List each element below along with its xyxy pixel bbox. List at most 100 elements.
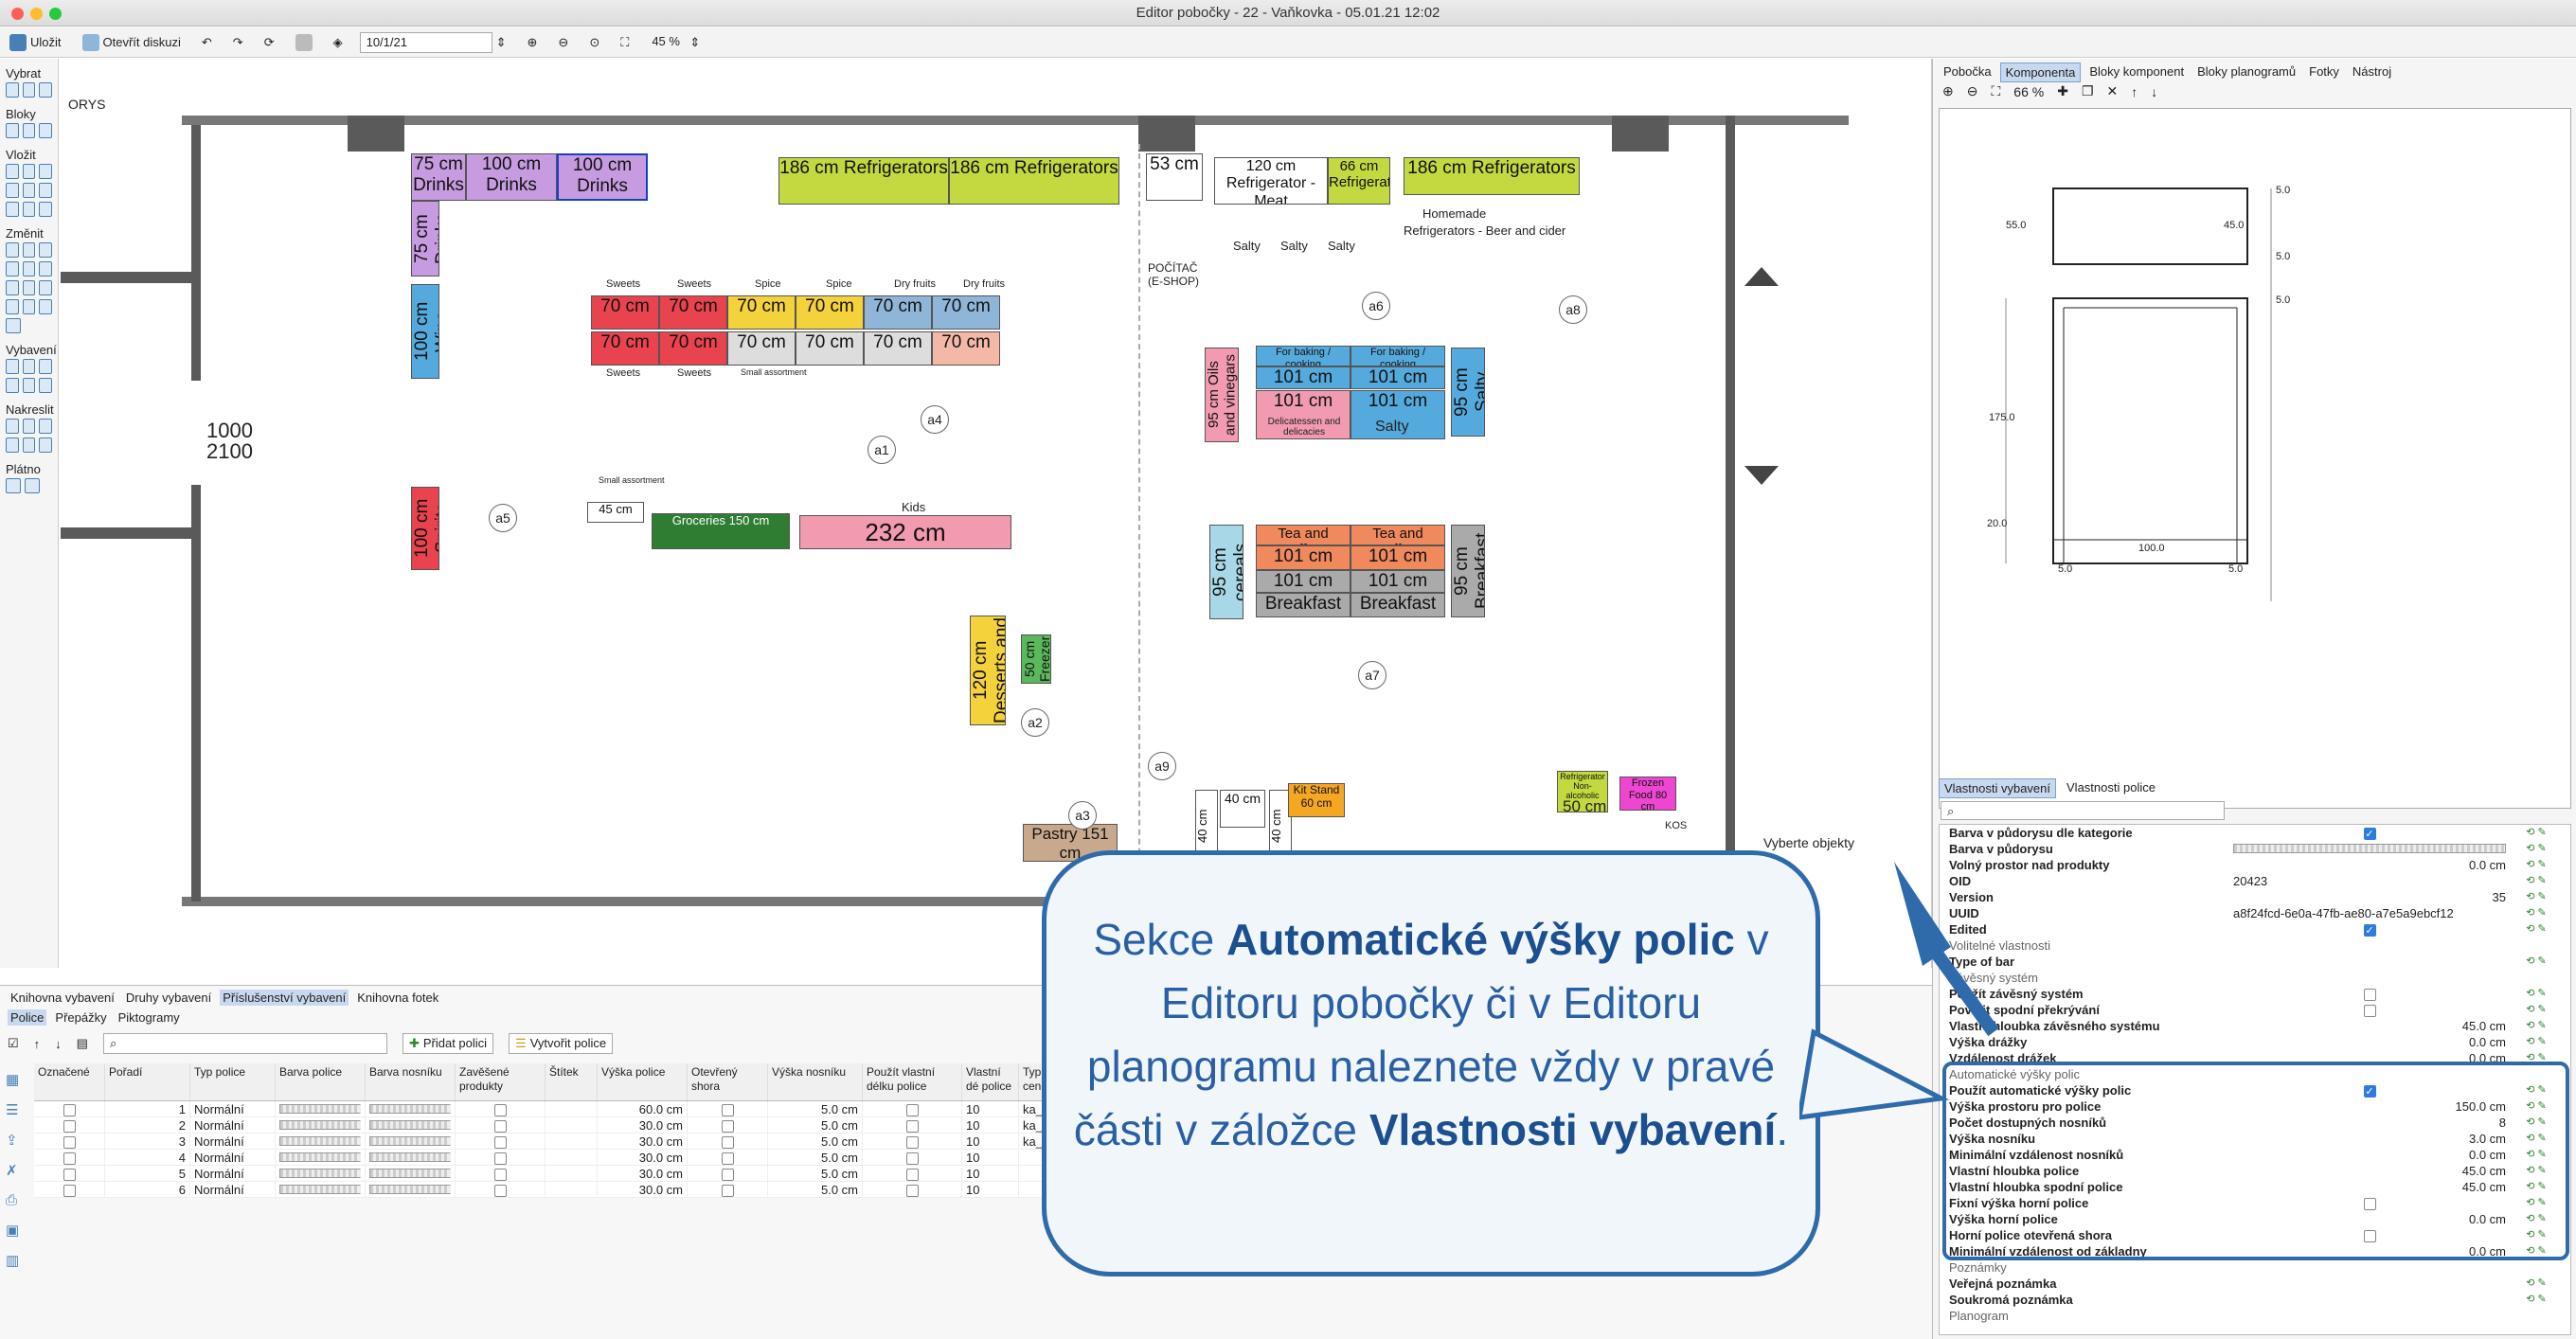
checkbox[interactable]: [905, 1120, 919, 1133]
table-cell[interactable]: [863, 1182, 962, 1197]
table-cell[interactable]: [34, 1166, 105, 1181]
checkbox[interactable]: [905, 1104, 919, 1116]
property-value[interactable]: [2233, 1276, 2517, 1292]
column-header[interactable]: Vlastní dé police: [962, 1063, 1019, 1100]
minimize-window-button[interactable]: [30, 8, 43, 20]
shelf-search-input[interactable]: ⌕: [102, 1033, 387, 1054]
maximize-window-button[interactable]: [49, 8, 62, 20]
insert-camera-icon[interactable]: [6, 183, 19, 198]
save-button[interactable]: Uložit: [6, 31, 65, 54]
label-tea-2[interactable]: Tea and coffee: [1351, 525, 1445, 545]
align-center-icon[interactable]: [39, 299, 53, 314]
fixture-drinks-100-selected[interactable]: 100 cm Drinks: [557, 153, 648, 201]
zoom-in-button[interactable]: ⊕: [524, 31, 542, 54]
fixture-spirits[interactable]: 100 cm Spirits: [411, 487, 439, 570]
block-tool-icon[interactable]: [6, 123, 19, 138]
zoom-level[interactable]: 45 %: [646, 32, 686, 53]
property-row[interactable]: Edited ✓ ⟲ ✎: [1940, 921, 2570, 937]
equipment-icon[interactable]: [6, 359, 19, 374]
table-cell[interactable]: 10: [962, 1166, 1019, 1181]
draw-circle-icon[interactable]: [39, 437, 53, 453]
gondola-sweets-1[interactable]: 70 cm: [591, 295, 659, 330]
color-swatch[interactable]: [279, 1104, 361, 1114]
rotate-icon[interactable]: [39, 242, 53, 258]
gondola-dryfruits-2[interactable]: 70 cm: [932, 295, 1000, 330]
label-breakfast-2[interactable]: Breakfast: [1351, 593, 1445, 617]
column-header[interactable]: Štítek: [546, 1063, 598, 1100]
property-value[interactable]: [2233, 986, 2517, 1002]
marker-a3[interactable]: a3: [1068, 801, 1097, 830]
fixture-wine[interactable]: 100 cm Wine: [411, 284, 439, 379]
label-baking-2[interactable]: For baking / cooking: [1351, 346, 1445, 366]
flip-icon[interactable]: [6, 280, 19, 295]
table-cell[interactable]: [688, 1101, 768, 1116]
table-cell[interactable]: [276, 1101, 366, 1116]
table-cell[interactable]: Normální: [190, 1134, 276, 1149]
shelf-select-icon[interactable]: ☑: [8, 1036, 19, 1051]
table-cell[interactable]: [366, 1150, 456, 1165]
align-top-icon[interactable]: [22, 299, 36, 314]
property-row[interactable]: Výška drážky 0.0 cm ⟲ ✎: [1940, 1034, 2570, 1050]
marker-a5[interactable]: a5: [489, 504, 517, 532]
property-value[interactable]: ✓: [2233, 825, 2517, 841]
marker-a7[interactable]: a7: [1358, 661, 1386, 689]
property-value[interactable]: 0.0 cm: [2233, 1034, 2517, 1050]
tab-pobocka[interactable]: Pobočka: [1939, 62, 1996, 82]
fixture-desserts[interactable]: 120 cm Desserts and salty: [970, 616, 1006, 725]
gondola-baking-2[interactable]: 101 cm: [1351, 366, 1445, 389]
checkbox[interactable]: [63, 1104, 76, 1116]
checkbox[interactable]: [721, 1104, 734, 1116]
table-cell[interactable]: 4: [105, 1150, 190, 1165]
table-cell[interactable]: [34, 1117, 105, 1133]
table-cell[interactable]: [276, 1134, 366, 1149]
checkbox[interactable]: [721, 1136, 734, 1149]
column-header[interactable]: Barva police: [276, 1063, 366, 1100]
table-cell[interactable]: 1: [105, 1101, 190, 1116]
move-icon[interactable]: [6, 242, 19, 258]
insert-image-icon[interactable]: [22, 183, 36, 198]
redo-button[interactable]: ↷: [229, 31, 247, 54]
marker-a1[interactable]: a1: [868, 436, 896, 464]
tab-bloky-planogramu[interactable]: Bloky planogramů: [2192, 62, 2300, 82]
checkbox[interactable]: [905, 1169, 919, 1181]
table-cell[interactable]: 5.0 cm: [768, 1134, 863, 1149]
checkbox[interactable]: ✓: [2363, 828, 2376, 841]
date-stepper[interactable]: ⇕: [492, 31, 510, 54]
tab-prepazky[interactable]: Přepážky: [52, 1009, 109, 1026]
mirror-icon[interactable]: [22, 242, 36, 258]
delete-icon[interactable]: ✕: [2107, 83, 2119, 99]
table-cell[interactable]: [863, 1166, 962, 1181]
table-cell[interactable]: [863, 1101, 962, 1116]
color-swatch[interactable]: [369, 1136, 451, 1146]
transform-icon[interactable]: [6, 261, 19, 277]
table-cell[interactable]: 3: [105, 1134, 190, 1149]
table-cell[interactable]: Normální: [190, 1101, 276, 1116]
checkbox[interactable]: [905, 1185, 919, 1197]
color-swatch[interactable]: [279, 1169, 361, 1178]
insert-fixture-icon[interactable]: [6, 164, 19, 179]
gondola-sweets-2[interactable]: 70 cm: [659, 295, 727, 330]
column-header[interactable]: Pořadí: [105, 1063, 190, 1100]
property-value[interactable]: ✓: [2233, 921, 2517, 937]
table-cell[interactable]: 10: [962, 1101, 1019, 1116]
select-area-icon[interactable]: [22, 82, 36, 98]
marker-a4[interactable]: a4: [921, 405, 949, 434]
tab-knihovna-fotek[interactable]: Knihovna fotek: [354, 990, 441, 1006]
table-cell[interactable]: 5.0 cm: [768, 1166, 863, 1181]
canvas-icon[interactable]: [6, 478, 21, 493]
list-view-icon[interactable]: ☰: [6, 1101, 28, 1118]
align-left-icon[interactable]: [22, 261, 36, 277]
reset-edit-icon[interactable]: ⟲ ✎: [2517, 873, 2555, 889]
color-swatch[interactable]: [369, 1169, 451, 1178]
grid-align-icon[interactable]: [39, 280, 53, 295]
table-cell[interactable]: 30.0 cm: [598, 1182, 688, 1197]
tab-fotky[interactable]: Fotky: [2304, 62, 2344, 82]
gondola-dryfruits-1[interactable]: 70 cm: [864, 295, 932, 330]
checkbox[interactable]: [63, 1169, 76, 1181]
gondola-spice-2[interactable]: 70 cm: [796, 295, 864, 330]
table-cell[interactable]: 5.0 cm: [768, 1150, 863, 1165]
equipment-grid-icon[interactable]: [22, 359, 36, 374]
property-section[interactable]: Planogram: [1940, 1308, 2570, 1324]
checkbox[interactable]: [493, 1136, 507, 1149]
property-row[interactable]: UUID a8f24fcd-6e0a-47fb-ae80-a7e5a9ebcf12…: [1940, 905, 2570, 921]
